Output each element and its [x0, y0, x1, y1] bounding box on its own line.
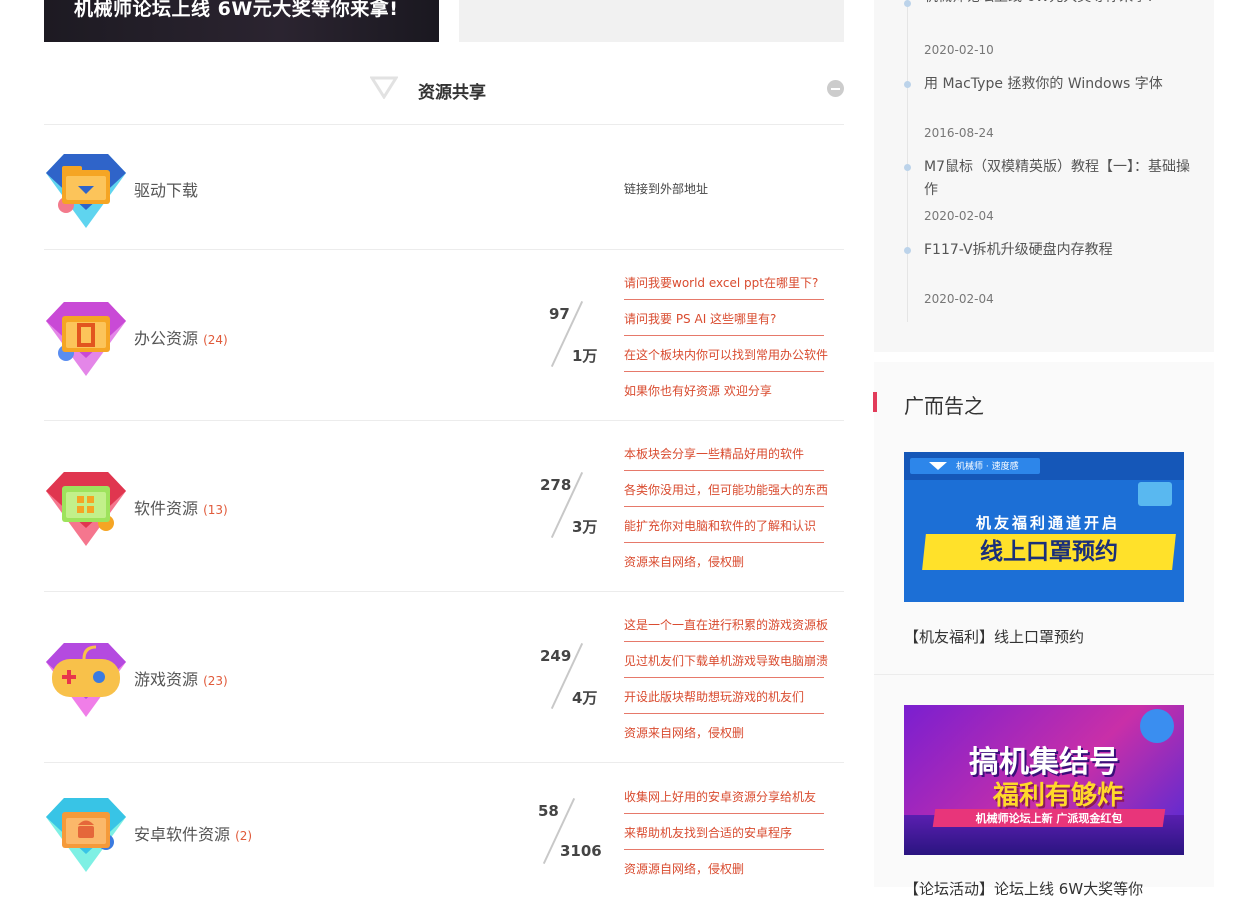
- divider: [624, 641, 824, 642]
- timeline-post-link[interactable]: 用 MacType 拯救你的 Windows 字体: [924, 73, 1194, 96]
- forum-count: (23): [203, 674, 228, 688]
- forum-name-driver[interactable]: 驱动下载: [134, 177, 198, 201]
- external-link-note[interactable]: 链接到外部地址: [624, 180, 708, 197]
- ad-caption-link[interactable]: 【机友福利】线上口罩预约: [904, 626, 1084, 647]
- post-count: 1万: [572, 347, 598, 365]
- divider: [624, 470, 824, 471]
- android-folder-icon: [46, 798, 126, 872]
- forum-count: (24): [203, 333, 228, 347]
- thread-count: 249: [540, 647, 572, 665]
- forum-row-software[interactable]: [44, 466, 128, 554]
- announcement-link[interactable]: 资源源自网络，侵权删: [624, 860, 744, 877]
- announcement-link[interactable]: 如果你也有好资源 欢迎分享: [624, 382, 772, 399]
- announcement-link[interactable]: 资源来自网络，侵权删: [624, 553, 744, 570]
- robot-mascot-icon: [1140, 709, 1174, 743]
- timeline-post-link[interactable]: M7鼠标（双模精英版）教程【一】：基础操作: [924, 156, 1194, 202]
- timeline-date: 2020-02-04: [924, 209, 994, 223]
- post-count: 3106: [560, 842, 602, 860]
- thread-count: 58: [538, 802, 559, 820]
- announcement-link[interactable]: 各类你没用过，但可能功能强大的东西: [624, 481, 828, 498]
- brand-logo-icon: [929, 462, 947, 470]
- timeline-dot: [904, 0, 911, 7]
- collapse-toggle-icon[interactable]: [827, 80, 844, 97]
- timeline-dot: [904, 247, 911, 254]
- ad-brand-text: 机械师 · 速度感: [956, 462, 1019, 472]
- timeline-dot: [904, 81, 911, 88]
- divider: [874, 674, 1214, 675]
- announcement-link[interactable]: 本板块会分享一些精品好用的软件: [624, 445, 804, 462]
- ad-banner-event[interactable]: 搞机集结号 福利有够炸 机械师论坛上新 广派现金红包: [904, 705, 1184, 855]
- timeline-dot: [904, 164, 911, 171]
- timeline-date: 2020-02-10: [924, 43, 994, 57]
- divider: [624, 506, 824, 507]
- divider: [624, 542, 824, 543]
- post-count: 4万: [572, 689, 598, 707]
- announcement-link[interactable]: 收集网上好用的安卓资源分享给机友: [624, 788, 816, 805]
- forum-count: (2): [235, 829, 253, 843]
- announcement-link[interactable]: 见过机友们下载单机游戏导致电脑崩溃: [624, 652, 828, 669]
- divider: [44, 591, 844, 592]
- forum-name-office[interactable]: 办公资源 (24): [134, 325, 228, 349]
- forum-count: (13): [203, 503, 228, 517]
- heading-accent-bar: [873, 392, 877, 412]
- gamepad-icon: [46, 643, 126, 717]
- ad-line1: 机友福利通道开启: [975, 514, 1120, 532]
- announcement-link[interactable]: 来帮助机友找到合适的安卓程序: [624, 824, 792, 841]
- divider: [624, 299, 824, 300]
- forum-name-games[interactable]: 游戏资源 (23): [134, 666, 228, 690]
- divider: [624, 335, 824, 336]
- forum-name-software[interactable]: 软件资源 (13): [134, 495, 228, 519]
- top-banner-placeholder: [459, 0, 844, 42]
- ad-line2: 线上口罩预约: [980, 539, 1118, 565]
- ads-heading: 广而告之: [904, 394, 984, 418]
- forum-row-games[interactable]: [44, 637, 128, 725]
- divider: [624, 813, 824, 814]
- announcement-link[interactable]: 开设此版块帮助想玩游戏的机友们: [624, 688, 804, 705]
- ad-caption-link[interactable]: 【论坛活动】论坛上线 6W大奖等你: [904, 878, 1143, 899]
- forum-name-text[interactable]: 办公资源: [134, 329, 198, 348]
- timeline-post-link[interactable]: F117-V拆机升级硬盘内存教程: [924, 239, 1194, 262]
- divider: [624, 849, 824, 850]
- announcement-link[interactable]: 在这个板块内你可以找到常用办公软件: [624, 346, 828, 363]
- ad-line3: 机械师论坛上新 广派现金红包: [975, 812, 1123, 825]
- top-banner-image[interactable]: 机械师论坛上线 6W元大奖等你来拿!: [44, 0, 439, 42]
- ad-banner-mask[interactable]: 机械师 · 速度感 机友福利通道开启 线上口罩预约: [904, 452, 1184, 602]
- forum-row-android[interactable]: [44, 792, 128, 880]
- divider: [44, 124, 844, 125]
- divider: [624, 713, 824, 714]
- top-banner-text: 机械师论坛上线 6W元大奖等你来拿!: [74, 0, 399, 20]
- forum-name-text[interactable]: 驱动下载: [134, 181, 198, 200]
- announcement-link[interactable]: 请问我要world excel ppt在哪里下?: [624, 274, 818, 291]
- thread-count: 97: [549, 305, 570, 323]
- announcement-link[interactable]: 请问我要 PS AI 这些哪里有?: [624, 310, 776, 327]
- forum-name-text[interactable]: 游戏资源: [134, 670, 198, 689]
- ad-line2: 福利有够炸: [992, 781, 1123, 811]
- forum-name-android[interactable]: 安卓软件资源 (2): [134, 821, 252, 845]
- forum-name-text[interactable]: 软件资源: [134, 499, 198, 518]
- office-folder-icon: [46, 302, 126, 376]
- driver-folder-icon: [46, 154, 126, 228]
- divider: [624, 677, 824, 678]
- timeline-date: 2020-02-04: [924, 292, 994, 306]
- software-folder-icon: [46, 472, 126, 546]
- announcement-link[interactable]: 这是一个一直在进行积累的游戏资源板: [624, 616, 828, 633]
- divider: [44, 249, 844, 250]
- section-title: 资源共享: [418, 83, 486, 103]
- divider: [44, 762, 844, 763]
- mask-face-icon: [1138, 482, 1172, 506]
- forum-row-office[interactable]: [44, 296, 128, 384]
- timeline-post-link[interactable]: 机械师论坛上线 6W元大奖等你来拿!: [924, 0, 1194, 9]
- announcement-link[interactable]: 资源来自网络，侵权删: [624, 724, 744, 741]
- announcement-link[interactable]: 能扩充你对电脑和软件的了解和认识: [624, 517, 816, 534]
- timeline-line: [907, 0, 908, 322]
- section-triangle-icon: [370, 76, 398, 99]
- forum-row-driver[interactable]: [44, 148, 128, 236]
- post-count: 3万: [572, 518, 598, 536]
- thread-count: 278: [540, 476, 572, 494]
- divider: [624, 371, 824, 372]
- timeline-date: 2016-08-24: [924, 126, 994, 140]
- divider: [44, 420, 844, 421]
- forum-name-text[interactable]: 安卓软件资源: [134, 825, 230, 844]
